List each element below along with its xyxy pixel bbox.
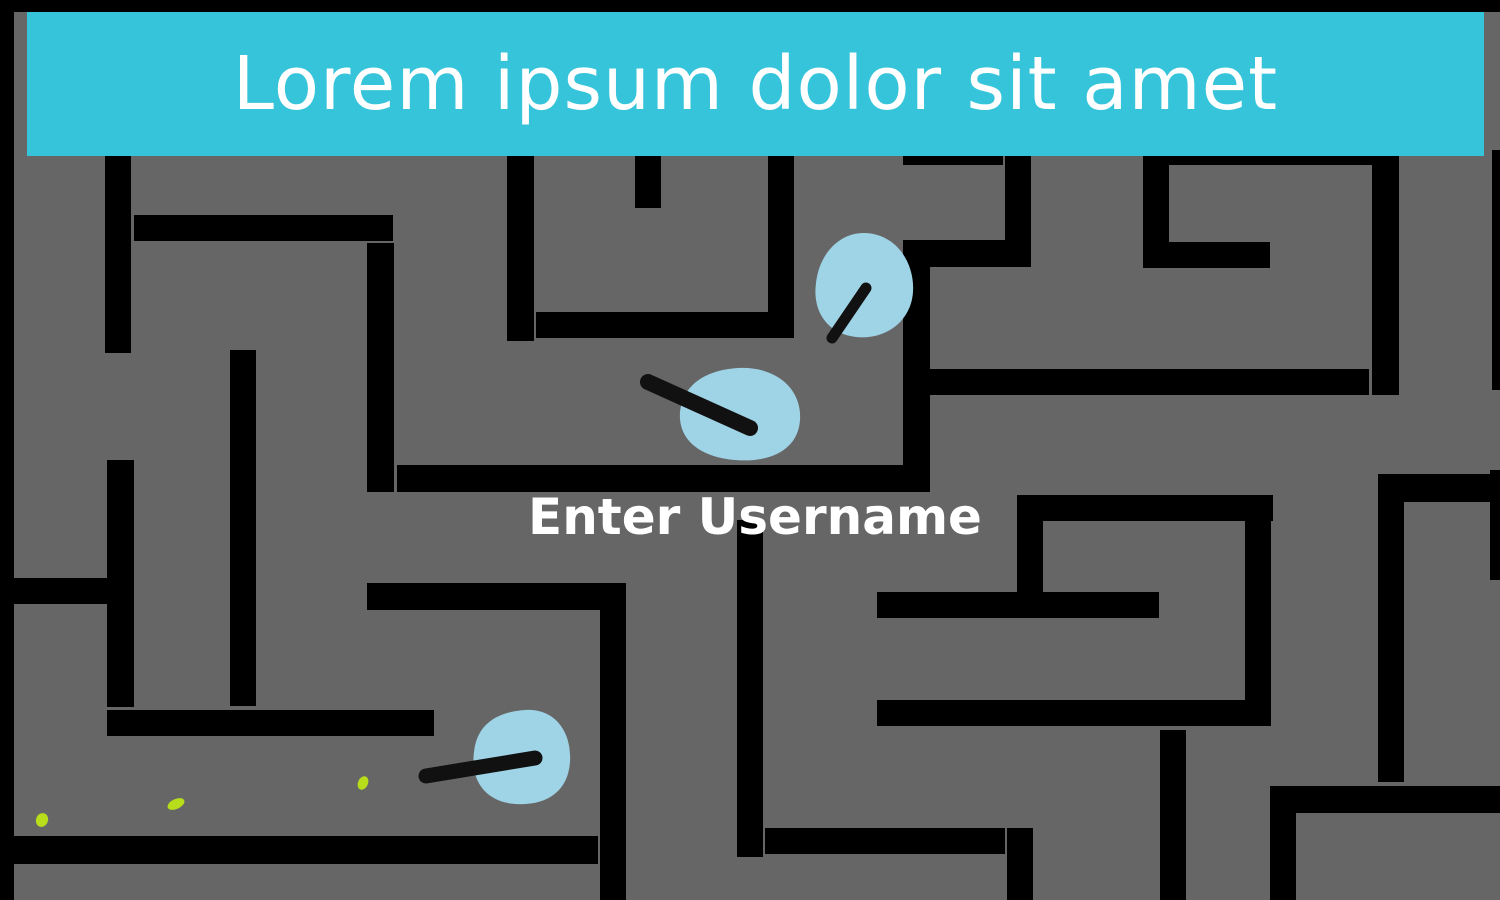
maze-wall: [230, 350, 256, 706]
maze-wall: [367, 243, 394, 492]
maze-wall: [536, 312, 794, 338]
maze-wall: [1160, 730, 1186, 900]
maze-wall: [367, 583, 625, 610]
game-title: Lorem ipsum dolor sit amet: [232, 41, 1279, 127]
maze-wall: [877, 592, 1159, 618]
username-prompt[interactable]: Enter Username: [505, 487, 1005, 547]
maze-wall: [903, 155, 1003, 165]
maze-wall: [0, 0, 14, 900]
maze-wall: [1270, 786, 1500, 813]
maze-wall: [877, 700, 1271, 726]
game-stage: Lorem ipsum dolor sit amet Enter Usernam…: [0, 0, 1500, 900]
maze-wall: [1270, 813, 1296, 900]
maze-wall: [600, 583, 626, 900]
maze-wall: [635, 155, 661, 208]
enemy-body: [679, 367, 801, 461]
maze-wall: [1143, 155, 1169, 268]
maze-wall: [737, 520, 763, 857]
maze-wall: [12, 836, 598, 864]
maze-wall: [765, 828, 1005, 854]
maze-wall: [0, 0, 1500, 12]
maze-wall: [1169, 242, 1270, 268]
maze-wall: [107, 710, 434, 736]
maze-wall: [1143, 155, 1399, 165]
maze-wall: [768, 155, 794, 338]
maze-wall: [1005, 155, 1031, 240]
maze-wall: [1492, 150, 1500, 390]
maze-wall: [105, 155, 131, 353]
maze-wall: [1372, 165, 1399, 395]
maze-wall: [1007, 828, 1033, 900]
maze-wall: [507, 155, 534, 341]
maze-wall: [12, 578, 132, 604]
maze-wall: [1043, 495, 1273, 521]
title-banner: Lorem ipsum dolor sit amet: [27, 12, 1484, 156]
maze-wall: [134, 215, 393, 241]
maze-wall: [930, 369, 1369, 395]
maze-wall: [1378, 474, 1404, 782]
maze-wall: [1245, 520, 1271, 725]
